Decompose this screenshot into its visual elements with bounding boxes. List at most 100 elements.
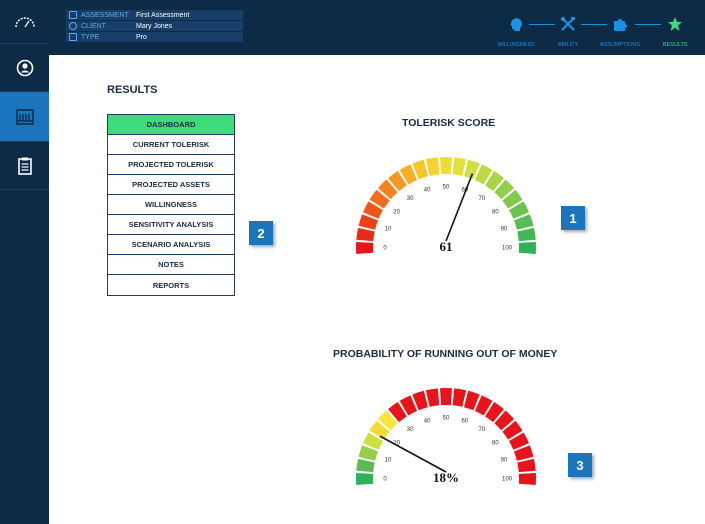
gauge-segment xyxy=(474,164,493,185)
gauge-segment xyxy=(358,445,379,461)
gauge-tick-label: 40 xyxy=(424,418,431,424)
gauge-tick-label: 20 xyxy=(393,441,400,447)
gauge-segment xyxy=(388,171,407,192)
gauge-tick-label: 80 xyxy=(492,441,499,447)
gauge-segment xyxy=(356,472,374,486)
step-results[interactable] xyxy=(666,15,684,33)
gauge-tick-label: 90 xyxy=(501,227,508,233)
gauge-tick-label: 80 xyxy=(492,210,499,216)
gauge-segment xyxy=(362,201,384,219)
gauge-segment xyxy=(508,432,530,450)
speedometer-logo[interactable] xyxy=(0,0,49,44)
menu-item-notes[interactable]: NOTES xyxy=(108,255,234,275)
step-willingness[interactable] xyxy=(507,15,525,33)
gauge-segment xyxy=(369,189,390,209)
gauge-value: 18% xyxy=(433,470,459,485)
gauge-tick-label: 50 xyxy=(443,416,450,422)
sidebar-item-results[interactable] xyxy=(0,92,49,142)
step-label-willingness[interactable]: WILLINGNESS xyxy=(486,42,546,48)
gauge-segment xyxy=(494,410,515,431)
gauge-segment xyxy=(358,214,379,230)
gauge-tick-label: 20 xyxy=(393,210,400,216)
menu-item-willingness[interactable]: WILLINGNESS xyxy=(108,195,234,215)
tools-icon xyxy=(560,16,575,31)
top-bar: ASSESSMENT First Assessment CLIENT Mary … xyxy=(49,0,705,55)
gauge-segment xyxy=(412,390,428,411)
step-connector xyxy=(529,24,555,25)
star-icon xyxy=(668,17,682,31)
client-label: CLIENT xyxy=(81,22,106,30)
gauge-segment xyxy=(412,159,428,180)
gauge-segment xyxy=(377,410,398,431)
clipboard-icon xyxy=(17,157,32,175)
card-icon xyxy=(69,33,77,41)
callout-1: 1 xyxy=(561,206,585,230)
menu-item-sensitivity-analysis[interactable]: SENSITIVITY ANALYSIS xyxy=(108,215,234,235)
list-icon xyxy=(69,11,77,19)
menu-item-dashboard[interactable]: DASHBOARD xyxy=(108,115,234,135)
gauge-tick-label: 70 xyxy=(479,196,486,202)
page-title: RESULTS xyxy=(107,84,158,96)
puzzle-icon xyxy=(614,19,627,31)
user-icon xyxy=(69,22,77,30)
menu-item-projected-tolerisk[interactable]: PROJECTED TOLERISK xyxy=(108,155,234,175)
gauge-segment xyxy=(464,390,480,411)
gauge-segment xyxy=(485,171,504,192)
sidebar-item-profile[interactable] xyxy=(0,44,49,92)
step-label-ability[interactable]: ABILITY xyxy=(538,42,598,48)
gauge-segment xyxy=(474,395,493,416)
gauge-tick-label: 10 xyxy=(385,227,392,233)
menu-item-scenario-analysis[interactable]: SCENARIO ANALYSIS xyxy=(108,235,234,255)
gauge-segment xyxy=(425,388,440,407)
gauge-tick-label: 0 xyxy=(383,477,387,483)
gauge-tick-label: 100 xyxy=(502,246,513,252)
step-connector xyxy=(581,24,607,25)
type-label: TYPE xyxy=(81,33,100,41)
results-menu: DASHBOARD CURRENT TOLERISK PROJECTED TOL… xyxy=(107,114,235,296)
tolerisk-gauge: 0 10 20 30 40 50 60 70 80 90 100 61 0 10 20 30 40 50 60 70 8… xyxy=(356,157,536,486)
gauge-segment xyxy=(513,445,534,461)
calculator-icon xyxy=(15,108,34,125)
gauge-segment xyxy=(452,157,467,176)
gauge-segment xyxy=(517,458,536,473)
gauge-tick-label: 30 xyxy=(407,427,414,433)
client-row: CLIENT Mary Jones xyxy=(66,21,243,31)
gauge-segment xyxy=(464,159,480,180)
gauge-segment xyxy=(502,189,523,209)
gauge-tick-label: 70 xyxy=(479,427,486,433)
gauge-segment xyxy=(518,241,536,255)
gauge-segment xyxy=(369,420,390,440)
step-label-results[interactable]: RESULTS xyxy=(645,42,705,48)
tolerisk-gauge-title: TOLERISK SCORE xyxy=(402,117,496,129)
gauge-segment xyxy=(425,157,440,176)
sidebar-item-reports[interactable] xyxy=(0,142,49,190)
probability-gauge-title: PROBABILITY OF RUNNING OUT OF MONEY xyxy=(333,348,558,360)
gauge-tick-label: 30 xyxy=(407,196,414,202)
client-value: Mary Jones xyxy=(136,22,173,30)
step-ability[interactable] xyxy=(559,15,577,33)
gauge-segment xyxy=(502,420,523,440)
gauge-1: 0 10 20 30 40 50 60 70 80 90 100 18% xyxy=(356,388,536,486)
gauge-segment xyxy=(485,402,504,423)
type-row: TYPE Pro xyxy=(66,32,243,42)
assessment-value: First Assessment xyxy=(136,11,190,19)
menu-item-current-tolerisk[interactable]: CURRENT TOLERISK xyxy=(108,135,234,155)
step-assumptions[interactable] xyxy=(611,15,629,33)
step-label-assumptions[interactable]: ASSUMPTIONS xyxy=(590,42,650,48)
speedometer-icon xyxy=(14,16,35,27)
callout-3: 3 xyxy=(568,453,592,477)
gauge-tick-label: 40 xyxy=(424,187,431,193)
menu-item-projected-assets[interactable]: PROJECTED ASSETS xyxy=(108,175,234,195)
gauge-tick-label: 60 xyxy=(462,418,469,424)
gauge-tick-label: 60 xyxy=(462,187,469,193)
gauge-segment xyxy=(377,179,398,200)
menu-item-reports[interactable]: REPORTS xyxy=(108,275,234,295)
head-icon xyxy=(510,18,522,31)
user-circle-icon xyxy=(16,59,33,76)
gauge-segment xyxy=(362,432,384,450)
gauge-needle xyxy=(379,435,447,473)
gauge-segment xyxy=(439,388,453,406)
gauge-segment xyxy=(356,227,375,242)
gauge-segment xyxy=(494,179,515,200)
gauge-segment xyxy=(356,241,374,255)
